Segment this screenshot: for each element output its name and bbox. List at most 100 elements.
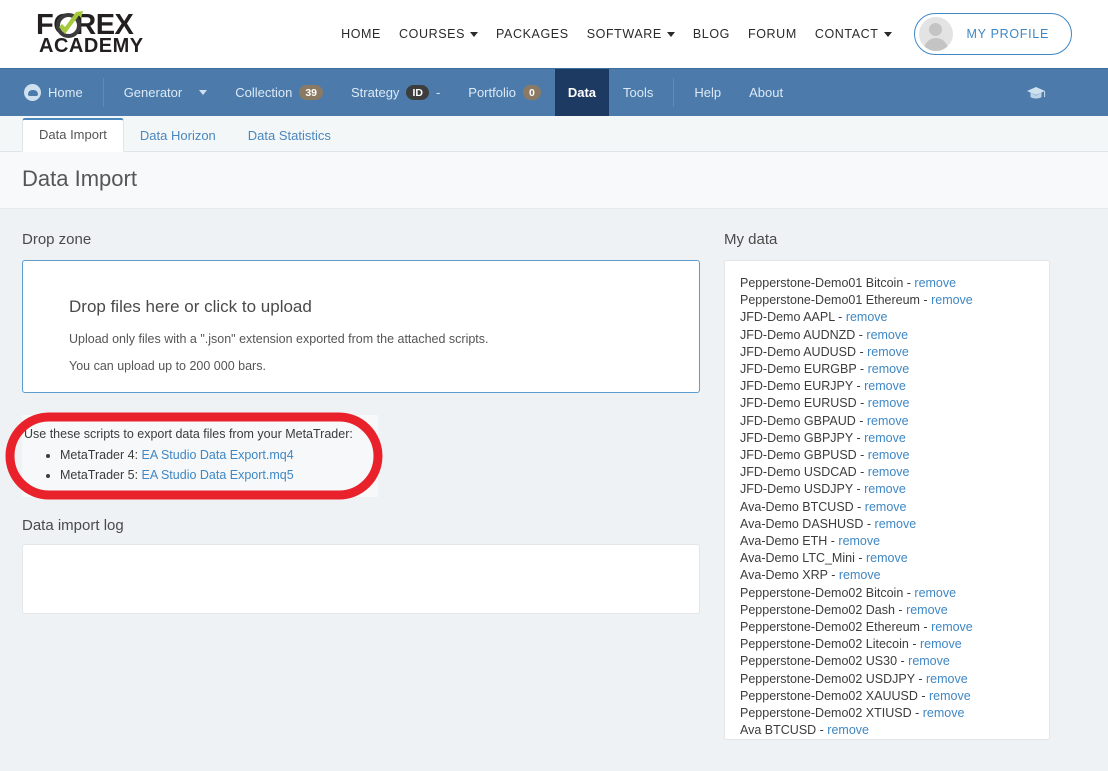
- appnav-item-tools[interactable]: Tools: [609, 69, 667, 116]
- appnav-item-help[interactable]: Help: [680, 69, 735, 116]
- data-item-label: Pepperstone-Demo02 US30 -: [740, 654, 908, 668]
- data-item-label: JFD-Demo EURUSD -: [740, 396, 868, 410]
- remove-link[interactable]: remove: [864, 379, 906, 393]
- scripts-list: MetaTrader 4: EA Studio Data Export.mq4 …: [24, 447, 378, 484]
- nav-contact[interactable]: CONTACT: [815, 27, 892, 41]
- data-item-label: JFD-Demo AUDNZD -: [740, 328, 866, 342]
- data-item-label: Pepperstone-Demo02 Litecoin -: [740, 637, 920, 651]
- data-import-log-box: [22, 544, 700, 614]
- list-item: JFD-Demo AUDUSD - remove: [740, 344, 1033, 361]
- remove-link[interactable]: remove: [868, 448, 910, 462]
- strategy-id-suffix: -: [436, 85, 440, 100]
- nav-divider-2: [673, 78, 674, 107]
- data-item-label: JFD-Demo GBPAUD -: [740, 414, 867, 428]
- remove-link[interactable]: remove: [868, 362, 910, 376]
- data-item-label: Ava-Demo BTCUSD -: [740, 500, 865, 514]
- remove-link[interactable]: remove: [931, 293, 973, 307]
- data-item-label: Ava-Demo LTC_Mini -: [740, 551, 866, 565]
- remove-link[interactable]: remove: [920, 637, 962, 651]
- remove-link[interactable]: remove: [866, 328, 908, 342]
- nav-courses[interactable]: COURSES: [399, 27, 478, 41]
- remove-link[interactable]: remove: [868, 465, 910, 479]
- appnav-item-about[interactable]: About: [735, 69, 797, 116]
- chevron-down-icon: [667, 32, 675, 37]
- file-drop-zone[interactable]: Drop files here or click to upload Uploa…: [22, 260, 700, 393]
- list-item: Pepperstone-Demo02 US30 - remove: [740, 653, 1033, 670]
- metatrader-scripts-box: Use these scripts to export data files f…: [22, 415, 378, 497]
- remove-link[interactable]: remove: [914, 586, 956, 600]
- remove-link[interactable]: remove: [865, 500, 907, 514]
- remove-link[interactable]: remove: [839, 568, 881, 582]
- remove-link[interactable]: remove: [827, 723, 869, 737]
- remove-link[interactable]: remove: [875, 517, 917, 531]
- appnav-item-generator[interactable]: Generator: [110, 69, 222, 116]
- data-item-label: Ava-Demo ETH -: [740, 534, 838, 548]
- left-column: Drop zone Drop files here or click to up…: [22, 231, 700, 740]
- appnav-item-portfolio[interactable]: Portfolio 0: [454, 69, 555, 116]
- list-item: JFD-Demo EURUSD - remove: [740, 395, 1033, 412]
- list-item: Ava-Demo XRP - remove: [740, 567, 1033, 584]
- remove-link[interactable]: remove: [864, 482, 906, 496]
- nav-software-label: SOFTWARE: [587, 27, 662, 41]
- remove-link[interactable]: remove: [926, 672, 968, 686]
- logo-text-academy: ACADEMY: [39, 36, 144, 56]
- remove-link[interactable]: remove: [838, 534, 880, 548]
- appnav-portfolio-label: Portfolio: [468, 85, 516, 100]
- data-item-label: Pepperstone-Demo02 USDJPY -: [740, 672, 926, 686]
- my-data-list: Pepperstone-Demo01 Bitcoin - removePeppe…: [724, 260, 1050, 740]
- scripts-instruction: Use these scripts to export data files f…: [24, 427, 378, 441]
- nav-home[interactable]: HOME: [341, 27, 381, 41]
- mt4-prefix: MetaTrader 4:: [60, 448, 142, 462]
- data-item-label: JFD-Demo USDCAD -: [740, 465, 868, 479]
- list-item: JFD-Demo AUDNZD - remove: [740, 327, 1033, 344]
- remove-link[interactable]: remove: [908, 654, 950, 668]
- remove-link[interactable]: remove: [867, 414, 909, 428]
- list-item: MetaTrader 5: EA Studio Data Export.mq5: [60, 467, 378, 484]
- remove-link[interactable]: remove: [846, 310, 888, 324]
- tab-data-import-label: Data Import: [39, 127, 107, 142]
- list-item: Pepperstone-Demo01 Ethereum - remove: [740, 292, 1033, 309]
- remove-link[interactable]: remove: [914, 276, 956, 290]
- nav-software[interactable]: SOFTWARE: [587, 27, 675, 41]
- tab-data-statistics[interactable]: Data Statistics: [232, 120, 347, 152]
- list-item: JFD-Demo EURGBP - remove: [740, 361, 1033, 378]
- remove-link[interactable]: remove: [906, 603, 948, 617]
- site-header: FOREX ACADEMY HOME COURSES PACKAGES SOFT…: [0, 0, 1108, 68]
- user-avatar-icon: [919, 17, 953, 51]
- nav-forum[interactable]: FORUM: [748, 27, 797, 41]
- remove-link[interactable]: remove: [866, 551, 908, 565]
- list-item: Pepperstone-Demo02 XTIUSD - remove: [740, 705, 1033, 722]
- appnav-item-collection[interactable]: Collection 39: [221, 69, 337, 116]
- tab-data-horizon-label: Data Horizon: [140, 128, 216, 143]
- remove-link[interactable]: remove: [867, 345, 909, 359]
- chevron-down-icon: [199, 90, 207, 95]
- mt4-script-link[interactable]: EA Studio Data Export.mq4: [142, 448, 294, 462]
- remove-link[interactable]: remove: [868, 396, 910, 410]
- forex-academy-logo[interactable]: FOREX ACADEMY: [36, 9, 152, 59]
- nav-blog[interactable]: BLOG: [693, 27, 730, 41]
- list-item: Pepperstone-Demo02 Ethereum - remove: [740, 619, 1033, 636]
- remove-link[interactable]: remove: [923, 706, 965, 720]
- data-item-label: Ava-Demo XRP -: [740, 568, 839, 582]
- tab-data-import[interactable]: Data Import: [22, 118, 124, 152]
- list-item: JFD-Demo USDCAD - remove: [740, 464, 1033, 481]
- mt5-script-link[interactable]: EA Studio Data Export.mq5: [142, 468, 294, 482]
- remove-link[interactable]: remove: [931, 620, 973, 634]
- appnav-item-data[interactable]: Data: [555, 69, 609, 116]
- appnav-item-home[interactable]: Home: [0, 69, 97, 116]
- data-item-label: JFD-Demo GBPUSD -: [740, 448, 868, 462]
- chevron-down-icon: [884, 32, 892, 37]
- nav-divider-1: [103, 78, 104, 107]
- right-column: My data Pepperstone-Demo01 Bitcoin - rem…: [724, 231, 1050, 740]
- appnav-about-label: About: [749, 85, 783, 100]
- my-profile-button[interactable]: MY PROFILE: [914, 13, 1072, 55]
- appnav-item-strategy[interactable]: Strategy ID -: [337, 69, 454, 116]
- remove-link[interactable]: remove: [864, 431, 906, 445]
- tab-data-horizon[interactable]: Data Horizon: [124, 120, 232, 152]
- drop-zone-hint-extension: Upload only files with a ".json" extensi…: [69, 332, 699, 346]
- nav-packages[interactable]: PACKAGES: [496, 27, 569, 41]
- nav-home-label: HOME: [341, 27, 381, 41]
- graduation-cap-icon[interactable]: [1026, 69, 1046, 116]
- appnav-collection-label: Collection: [235, 85, 292, 100]
- remove-link[interactable]: remove: [929, 689, 971, 703]
